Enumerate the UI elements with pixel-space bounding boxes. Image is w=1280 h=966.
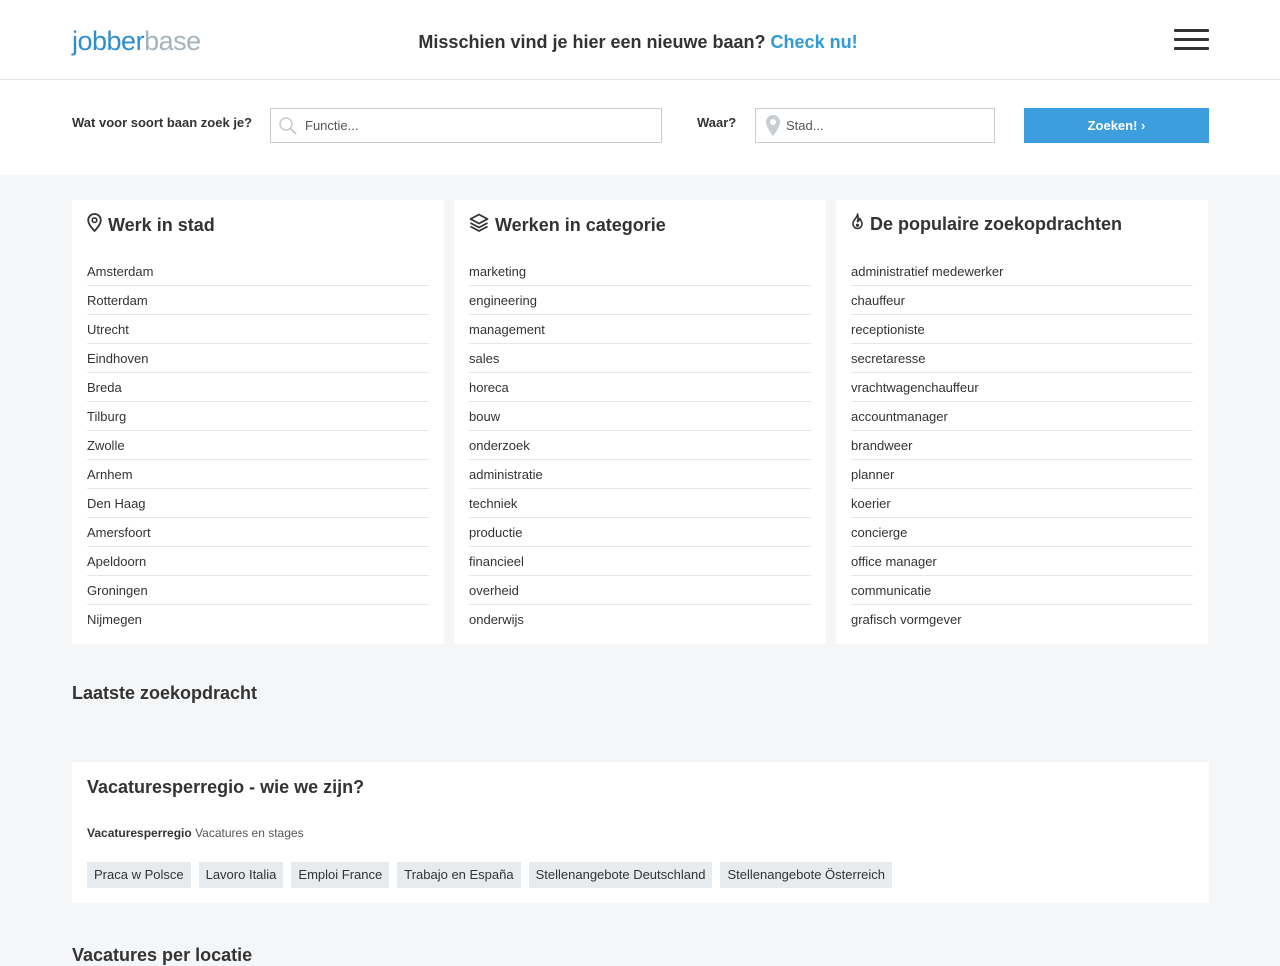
categories-list: marketing engineering management sales horec…	[469, 257, 811, 634]
city-link[interactable]: Nijmegen	[87, 605, 429, 634]
latest-search-heading: Laatste zoekopdracht	[72, 683, 258, 703]
category-link[interactable]: administratie	[469, 460, 811, 489]
about-section: Vacaturesperregio - wie we zijn? Vacatur…	[72, 762, 1209, 903]
popular-search-link[interactable]: accountmanager	[851, 402, 1193, 431]
city-link[interactable]: Arnhem	[87, 460, 429, 489]
per-location-heading: Vacatures per locatie	[72, 945, 253, 965]
about-brand: Vacaturesperregio	[87, 826, 192, 840]
city-link[interactable]: Apeldoorn	[87, 547, 429, 576]
city-link[interactable]: Tilburg	[87, 402, 429, 431]
popular-search-link[interactable]: receptioniste	[851, 315, 1193, 344]
category-link[interactable]: onderzoek	[469, 431, 811, 460]
map-pin-icon	[87, 213, 102, 237]
category-link[interactable]: sales	[469, 344, 811, 373]
country-link[interactable]: Stellenangebote Deutschland	[528, 862, 713, 888]
popular-list: administratief medewerker chauffeur recept…	[851, 257, 1193, 634]
function-input[interactable]	[305, 109, 655, 142]
popular-search-link[interactable]: brandweer	[851, 431, 1193, 460]
country-link[interactable]: Lavoro Italia	[198, 862, 284, 888]
category-link[interactable]: techniek	[469, 489, 811, 518]
tagline-text: Misschien vind je hier een nieuwe baan?	[418, 32, 766, 52]
city-link[interactable]: Groningen	[87, 576, 429, 605]
where-label: Waar?	[697, 115, 737, 130]
city-link[interactable]: Eindhoven	[87, 344, 429, 373]
cities-list: Amsterdam Rotterdam Utrecht Eindhoven Breda T…	[87, 257, 429, 634]
popular-search-link[interactable]: concierge	[851, 518, 1193, 547]
what-field-box	[270, 108, 662, 143]
about-description: Vacaturesperregio Vacatures en stages	[87, 826, 304, 840]
city-link[interactable]: Breda	[87, 373, 429, 402]
category-link[interactable]: engineering	[469, 286, 811, 315]
city-link[interactable]: Den Haag	[87, 489, 429, 518]
city-link[interactable]: Amersfoort	[87, 518, 429, 547]
popular-search-link[interactable]: administratief medewerker	[851, 257, 1193, 286]
layers-icon	[469, 213, 489, 237]
where-field-box	[755, 108, 995, 143]
popular-search-link[interactable]: vrachtwagenchauffeur	[851, 373, 1193, 402]
categories-card: Werken in categorie marketing engineering…	[454, 200, 826, 644]
hamburger-menu-icon[interactable]	[1174, 29, 1209, 51]
city-link[interactable]: Rotterdam	[87, 286, 429, 315]
city-link[interactable]: Zwolle	[87, 431, 429, 460]
country-link[interactable]: Emploi France	[291, 862, 390, 888]
category-link[interactable]: marketing	[469, 257, 811, 286]
site-header: jobberbase Misschien vind je hier een ni…	[0, 0, 1280, 80]
location-pin-icon	[766, 115, 780, 141]
popular-title-text: De populaire zoekopdrachten	[870, 214, 1123, 234]
popular-card-title: De populaire zoekopdrachten	[851, 213, 1122, 235]
cities-title-text: Werk in stad	[108, 215, 215, 235]
search-bar: Wat voor soort baan zoek je? Waar? Zoeke…	[0, 80, 1280, 175]
popular-search-link[interactable]: chauffeur	[851, 286, 1193, 315]
country-link[interactable]: Stellenangebote Österreich	[720, 862, 893, 888]
category-link[interactable]: productie	[469, 518, 811, 547]
category-link[interactable]: management	[469, 315, 811, 344]
popular-search-link[interactable]: secretaresse	[851, 344, 1193, 373]
popular-searches-card: De populaire zoekopdrachten administrati…	[836, 200, 1208, 644]
category-link[interactable]: financieel	[469, 547, 811, 576]
popular-search-link[interactable]: communicatie	[851, 576, 1193, 605]
popular-search-link[interactable]: office manager	[851, 547, 1193, 576]
popular-search-link[interactable]: grafisch vormgever	[851, 605, 1193, 634]
about-title: Vacaturesperregio - wie we zijn?	[87, 777, 365, 797]
country-link[interactable]: Praca w Polsce	[87, 862, 191, 888]
cities-card-title: Werk in stad	[87, 213, 215, 237]
category-link[interactable]: overheid	[469, 576, 811, 605]
about-description-text: Vacatures en stages	[195, 826, 304, 840]
search-icon	[278, 116, 298, 141]
header-tagline: Misschien vind je hier een nieuwe baan? …	[0, 31, 1276, 53]
country-links: Praca w Polsce Lavoro Italia Emploi France…	[87, 862, 893, 888]
categories-title-text: Werken in categorie	[495, 215, 666, 235]
country-link[interactable]: Trabajo en España	[397, 862, 521, 888]
what-label: Wat voor soort baan zoek je?	[72, 115, 253, 130]
city-input[interactable]	[786, 109, 986, 142]
category-link[interactable]: onderwijs	[469, 605, 811, 634]
popular-search-link[interactable]: planner	[851, 460, 1193, 489]
city-link[interactable]: Amsterdam	[87, 257, 429, 286]
check-now-link[interactable]: Check nu!	[771, 32, 858, 52]
category-link[interactable]: horeca	[469, 373, 811, 402]
city-link[interactable]: Utrecht	[87, 315, 429, 344]
flame-icon	[851, 213, 864, 235]
categories-card-title: Werken in categorie	[469, 213, 666, 237]
cities-card: Werk in stad Amsterdam Rotterdam Utrecht Ei…	[72, 200, 444, 644]
popular-search-link[interactable]: koerier	[851, 489, 1193, 518]
search-button[interactable]: Zoeken! ›	[1024, 108, 1209, 143]
category-link[interactable]: bouw	[469, 402, 811, 431]
